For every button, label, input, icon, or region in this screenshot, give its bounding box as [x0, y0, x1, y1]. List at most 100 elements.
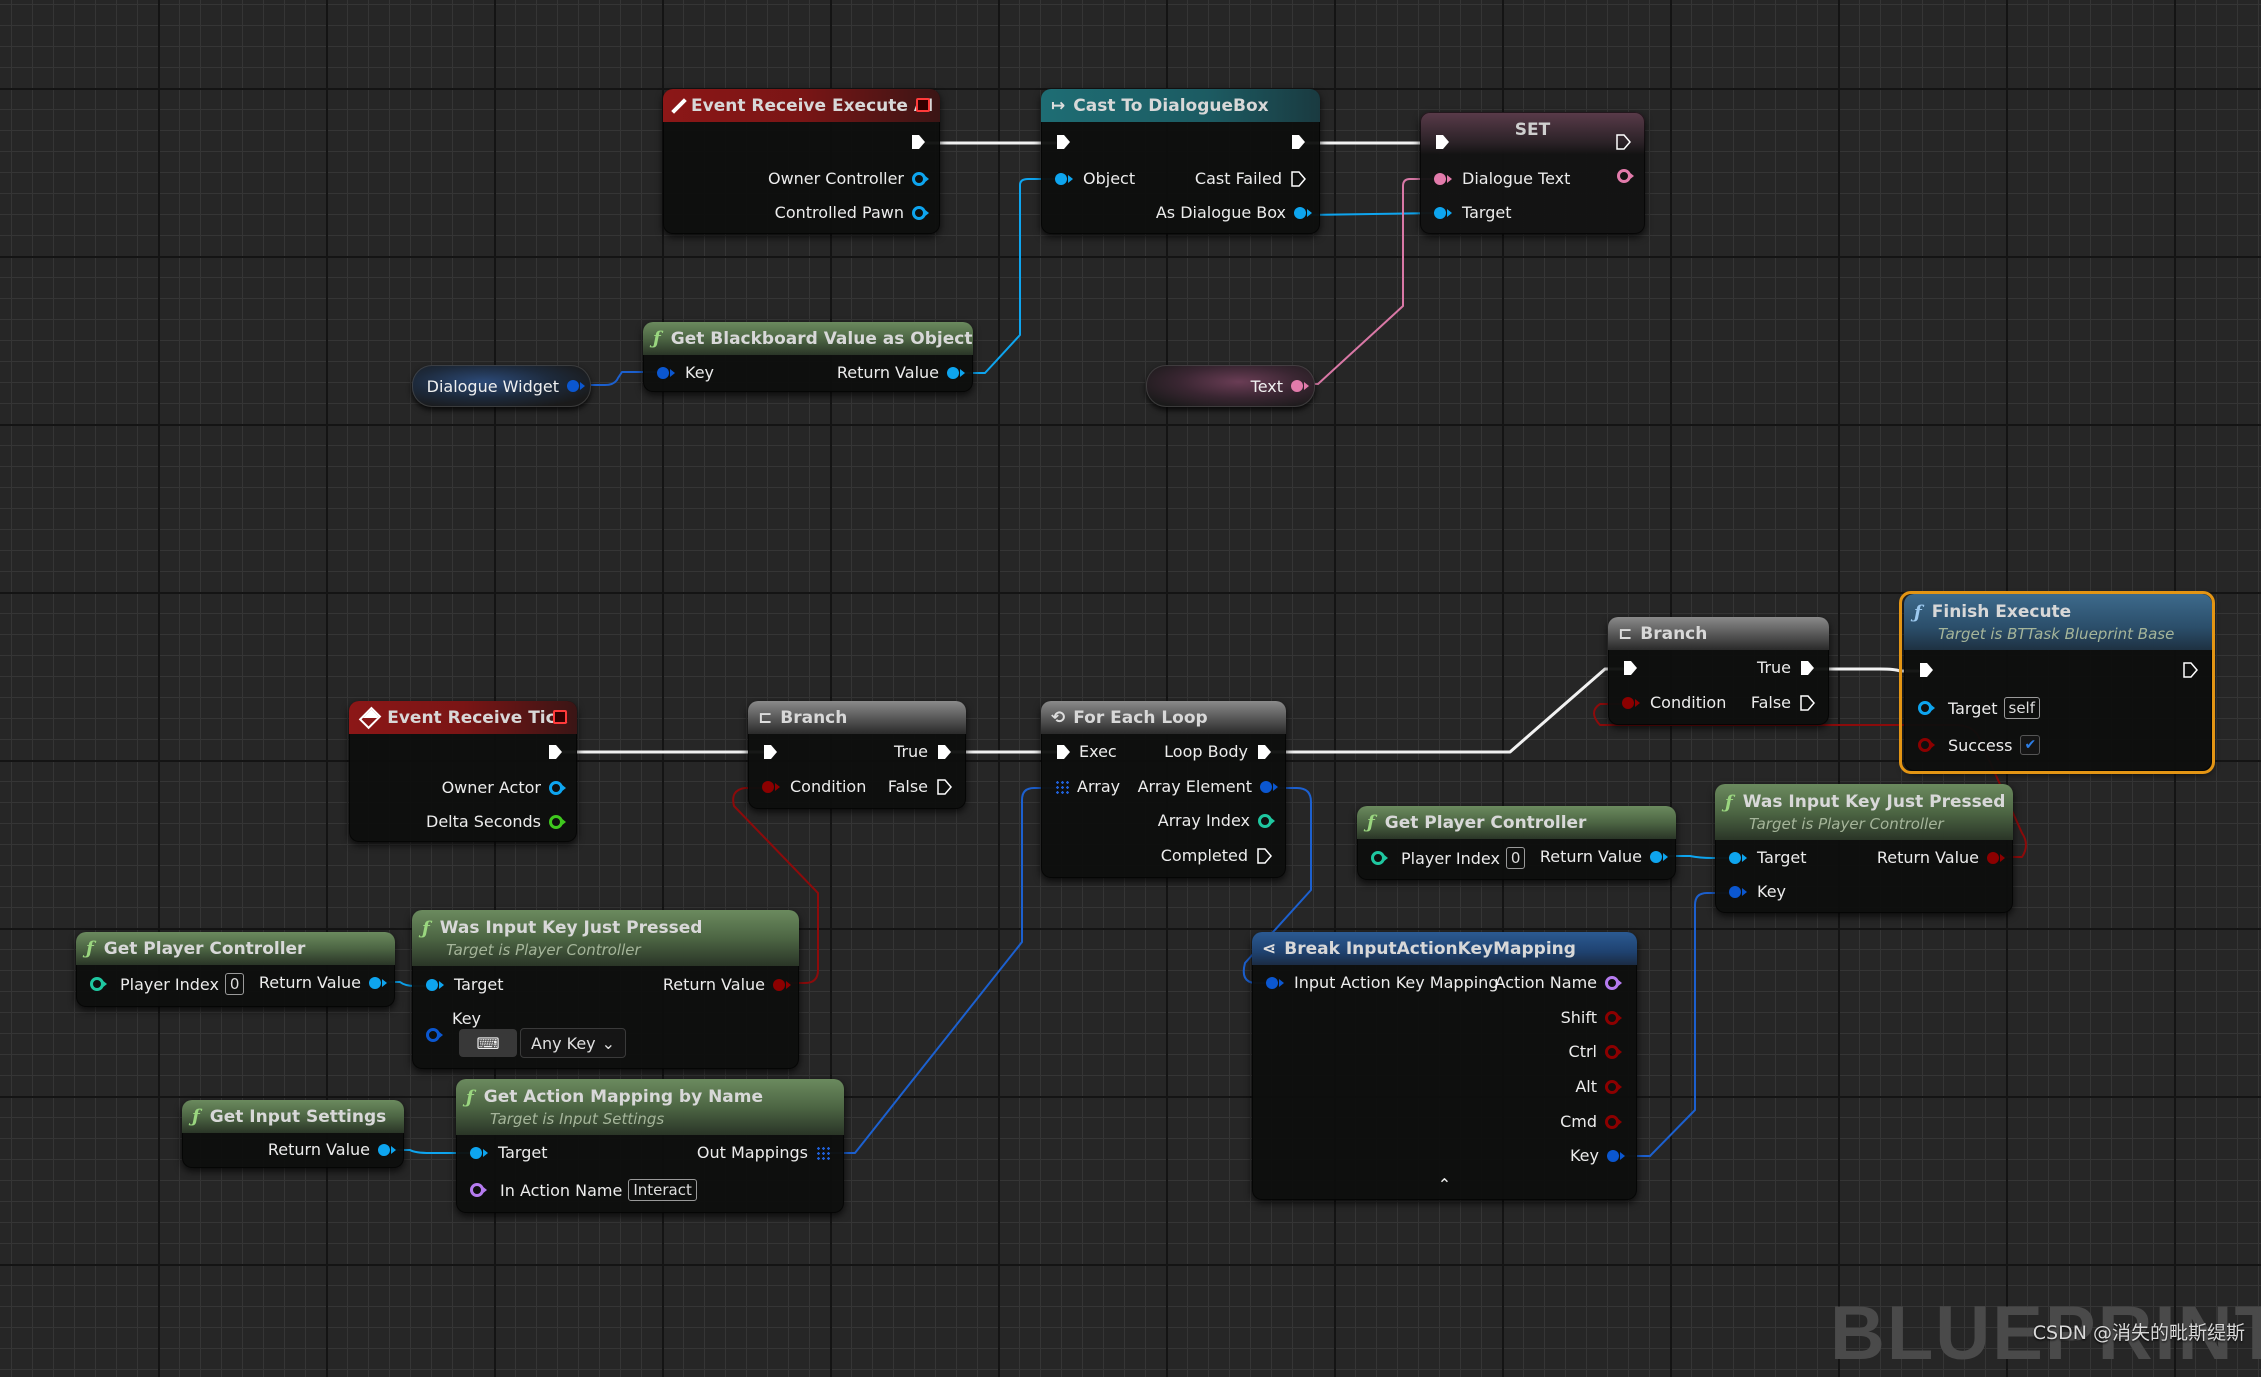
struct-out-pin-icon[interactable]	[567, 380, 579, 392]
node-for-each-loop[interactable]: ⟲ For Each Loop Exec Loop Body Array Arr…	[1041, 701, 1286, 878]
exec-false-pin-icon[interactable]	[1799, 694, 1815, 711]
bool-out-pin-icon[interactable]	[1605, 1010, 1619, 1025]
text-out-pin-icon[interactable]	[1291, 380, 1303, 392]
bool-out-pin-icon[interactable]	[773, 978, 785, 991]
node-event-receive-execute-ai[interactable]: Event Receive Execute AI Owner Controlle…	[663, 89, 940, 234]
bool-out-pin-icon[interactable]	[1987, 851, 1999, 864]
pin-row: As Dialogue Box	[1156, 203, 1306, 222]
exec-true-pin-icon[interactable]	[936, 744, 952, 760]
pin-row: Player Index 0	[1371, 847, 1526, 869]
pin-label: Return Value	[836, 363, 939, 382]
exec-out-pin-icon[interactable]	[2182, 662, 2198, 678]
object-out-pin-icon[interactable]	[1294, 206, 1306, 219]
action-name-field[interactable]: Interact	[628, 1179, 697, 1201]
pin-label: Shift	[1560, 1008, 1597, 1027]
struct-out-pin-icon[interactable]	[1260, 780, 1272, 793]
array-in-pin-icon[interactable]	[1055, 779, 1069, 794]
array-out-pin-icon[interactable]	[816, 1145, 830, 1160]
variable-dialogue-widget[interactable]: Dialogue Widget	[412, 365, 591, 407]
struct-in-pin-icon[interactable]	[426, 1028, 440, 1042]
breakpoint-stop-icon[interactable]	[916, 98, 930, 112]
variable-text[interactable]: Text	[1146, 365, 1315, 407]
exec-in-pin-icon[interactable]	[1055, 134, 1071, 150]
node-finish-execute[interactable]: ƒ Finish Execute Target is BTTask Bluepr…	[1904, 594, 2212, 771]
exec-out-row	[910, 134, 926, 150]
node-title: Was Input Key Just Pressed	[1742, 792, 2006, 812]
success-checkbox[interactable]: ✔	[2020, 735, 2041, 755]
pin-row: False	[888, 777, 952, 796]
object-in-pin-icon[interactable]	[1055, 172, 1067, 185]
bool-in-pin-icon[interactable]	[1622, 696, 1634, 709]
node-set[interactable]: SET Dialogue Text Target	[1420, 112, 1645, 234]
object-out-pin-icon[interactable]	[912, 205, 926, 220]
node-cast-to-dialoguebox[interactable]: ↦ Cast To DialogueBox Object Cast Failed…	[1041, 89, 1320, 234]
object-out-pin-icon[interactable]	[912, 171, 926, 186]
node-was-input-key-just-pressed-1[interactable]: ƒ Was Input Key Just Pressed Target is P…	[412, 910, 799, 1069]
target-self-field[interactable]: self	[2003, 697, 2040, 719]
exec-true-pin-icon[interactable]	[1799, 660, 1815, 676]
pin-label: Owner Controller	[767, 169, 904, 188]
keyboard-icon[interactable]: ⌨	[459, 1029, 517, 1057]
exec-in-pin-icon[interactable]	[1622, 660, 1638, 676]
bool-out-pin-icon[interactable]	[1605, 1044, 1619, 1059]
node-was-input-key-just-pressed-2[interactable]: ƒ Was Input Key Just Pressed Target is P…	[1715, 784, 2013, 913]
player-index-field[interactable]: 0	[224, 973, 245, 995]
node-event-receive-tick[interactable]: Event Receive Tick Owner Actor Delta Sec…	[349, 701, 577, 842]
bool-out-pin-icon[interactable]	[1605, 1079, 1619, 1094]
pin-row: Input Action Key Mapping	[1266, 973, 1498, 992]
object-out-pin-icon[interactable]	[1650, 850, 1662, 863]
key-dropdown[interactable]: Any Key ⌄	[520, 1028, 627, 1058]
exec-in-pin-icon[interactable]	[1055, 744, 1071, 760]
struct-in-pin-icon[interactable]	[1266, 976, 1278, 989]
name-out-pin-icon[interactable]	[1605, 975, 1619, 990]
node-get-player-controller-1[interactable]: ƒ Get Player Controller Player Index 0 R…	[76, 932, 395, 1007]
exec-loop-body-pin-icon[interactable]	[1256, 744, 1272, 760]
name-in-pin-icon[interactable]	[470, 1183, 484, 1197]
int-in-pin-icon[interactable]	[90, 977, 104, 991]
exec-completed-pin-icon[interactable]	[1256, 847, 1272, 864]
function-icon: ƒ	[653, 328, 661, 349]
exec-false-pin-icon[interactable]	[936, 778, 952, 795]
float-out-pin-icon[interactable]	[549, 814, 563, 829]
collapse-chevron-up-icon[interactable]: ⌃	[1438, 1175, 1451, 1194]
object-in-pin-icon[interactable]	[1729, 851, 1741, 864]
node-break-inputactionkeymapping[interactable]: ⋖ Break InputActionKeyMapping Input Acti…	[1252, 932, 1637, 1200]
exec-in-pin-icon[interactable]	[1434, 134, 1450, 150]
text-out-pin-icon[interactable]	[1617, 169, 1631, 183]
exec-out-pin-icon[interactable]	[1290, 170, 1306, 187]
node-get-action-mapping-by-name[interactable]: ƒ Get Action Mapping by Name Target is I…	[456, 1079, 844, 1213]
exec-out-pin-icon[interactable]	[1290, 134, 1306, 150]
struct-out-pin-icon[interactable]	[1607, 1149, 1619, 1162]
player-index-field[interactable]: 0	[1505, 847, 1526, 869]
key-selector: ⌨ Any Key ⌄	[459, 1028, 627, 1058]
exec-in-pin-icon[interactable]	[762, 744, 778, 760]
object-in-pin-icon[interactable]	[426, 978, 438, 991]
object-out-pin-icon[interactable]	[369, 976, 381, 989]
node-get-input-settings[interactable]: ƒ Get Input Settings Return Value	[182, 1100, 404, 1168]
bool-in-pin-icon[interactable]	[762, 780, 774, 793]
node-get-player-controller-2[interactable]: ƒ Get Player Controller Player Index 0 R…	[1357, 806, 1676, 880]
object-out-pin-icon[interactable]	[549, 780, 563, 795]
object-in-pin-icon[interactable]	[470, 1146, 482, 1159]
object-in-pin-icon[interactable]	[1434, 206, 1446, 219]
exec-out-pin-icon[interactable]	[547, 744, 563, 760]
object-in-pin-icon[interactable]	[1918, 701, 1932, 715]
bool-in-pin-icon[interactable]	[1918, 738, 1932, 752]
wire-text-dialoguetext	[1299, 178, 1438, 385]
text-in-pin-icon[interactable]	[1434, 172, 1446, 185]
struct-in-pin-icon[interactable]	[657, 366, 669, 379]
exec-out-pin-icon[interactable]	[910, 134, 926, 150]
function-icon: ƒ	[1914, 601, 1922, 623]
bool-out-pin-icon[interactable]	[1605, 1114, 1619, 1129]
node-branch-1[interactable]: ⊏ Branch True Condition False	[748, 701, 966, 809]
int-in-pin-icon[interactable]	[1371, 851, 1385, 865]
node-branch-2[interactable]: ⊏ Branch True Condition False	[1608, 617, 1829, 725]
struct-in-pin-icon[interactable]	[1729, 885, 1741, 898]
node-get-blackboard-value-as-object[interactable]: ƒ Get Blackboard Value as Object Key Ret…	[643, 322, 973, 392]
breakpoint-stop-icon[interactable]	[553, 710, 567, 724]
object-out-pin-icon[interactable]	[947, 366, 959, 379]
int-out-pin-icon[interactable]	[1258, 813, 1272, 828]
object-out-pin-icon[interactable]	[378, 1143, 390, 1156]
exec-in-pin-icon[interactable]	[1918, 662, 1934, 678]
exec-out-pin-icon[interactable]	[1615, 134, 1631, 150]
